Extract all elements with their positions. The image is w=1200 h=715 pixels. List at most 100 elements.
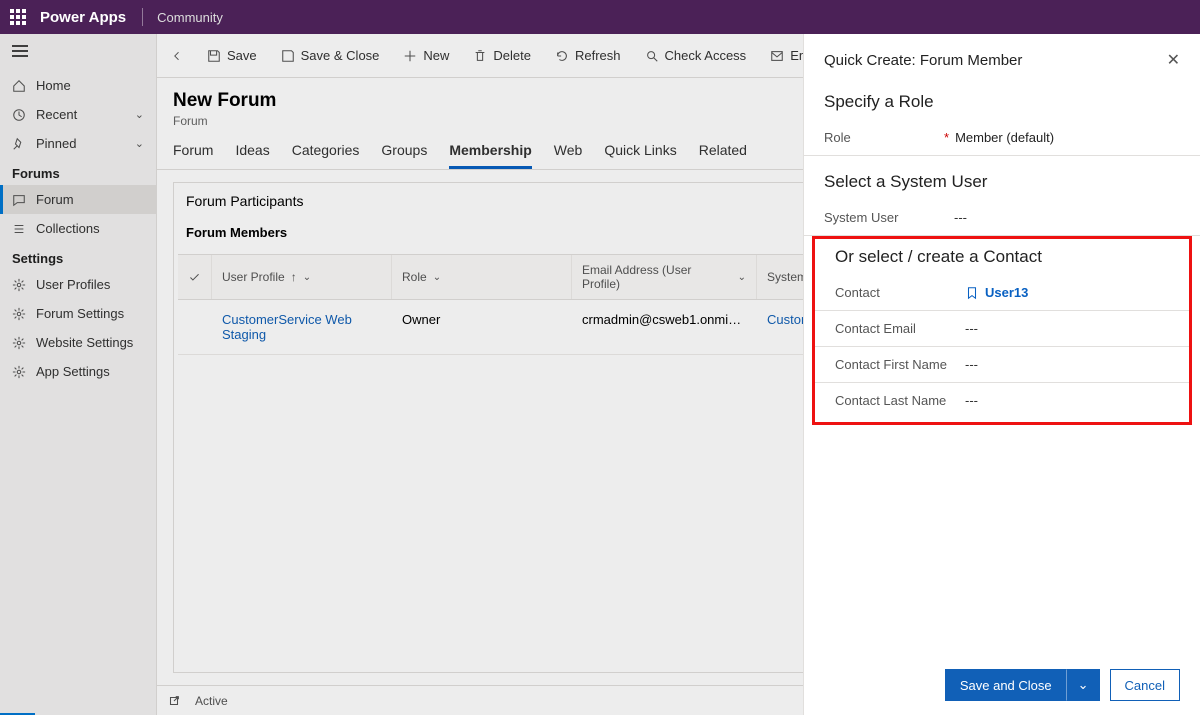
popout-icon[interactable]	[167, 694, 181, 708]
field-value[interactable]: ---	[954, 210, 1180, 225]
tab-web[interactable]: Web	[554, 142, 583, 169]
nav-collections[interactable]: Collections	[0, 214, 156, 243]
status-text: Active	[195, 694, 228, 708]
save-and-close-split-button[interactable]: Save and Close ⌄	[945, 669, 1100, 701]
required-indicator: *	[944, 130, 949, 145]
panel-title: Quick Create: Forum Member	[824, 52, 1022, 69]
cancel-button[interactable]: Cancel	[1110, 669, 1180, 701]
quick-create-panel: Quick Create: Forum Member ✕ Specify a R…	[803, 34, 1200, 715]
field-label: Contact First Name	[835, 357, 965, 372]
arrow-left-icon	[171, 49, 183, 63]
gear-icon	[12, 365, 26, 379]
tab-membership[interactable]: Membership	[449, 142, 531, 169]
nav-label: Forum Settings	[36, 306, 124, 321]
chevron-down-icon: ⌄	[135, 108, 144, 121]
field-value[interactable]: ---	[965, 321, 1169, 336]
home-icon	[12, 79, 26, 93]
group-role-title: Specify a Role	[804, 76, 1200, 120]
col-label: Email Address (User Profile)	[582, 263, 732, 291]
contact-name: User13	[985, 285, 1028, 300]
panel-footer: Save and Close ⌄ Cancel	[804, 655, 1200, 715]
nav-home[interactable]: Home	[0, 71, 156, 100]
col-label: Role	[402, 270, 427, 284]
select-all-checkbox[interactable]	[178, 255, 212, 299]
gear-icon	[12, 336, 26, 350]
cmd-save[interactable]: Save	[197, 42, 267, 69]
close-button[interactable]: ✕	[1167, 50, 1180, 70]
tab-forum[interactable]: Forum	[173, 142, 213, 169]
field-value[interactable]: Member (default)	[955, 130, 1180, 145]
nav-label: Recent	[36, 107, 77, 122]
bookmark-icon	[965, 286, 979, 300]
environment-name[interactable]: Community	[157, 10, 223, 25]
check-icon	[188, 271, 201, 284]
field-contact[interactable]: Contact User13	[815, 275, 1189, 311]
nav-forum-settings[interactable]: Forum Settings	[0, 299, 156, 328]
tab-related[interactable]: Related	[699, 142, 747, 169]
save-and-close-button[interactable]: Save and Close	[945, 669, 1067, 701]
field-value[interactable]: User13	[965, 285, 1169, 300]
cmd-delete[interactable]: Delete	[463, 42, 541, 69]
field-role[interactable]: Role * Member (default)	[804, 120, 1200, 156]
cmd-label: Refresh	[575, 48, 621, 63]
field-label: Contact Last Name	[835, 393, 965, 408]
group-sysuser-title: Select a System User	[804, 156, 1200, 200]
list-icon	[12, 222, 26, 236]
highlighted-contact-section: Or select / create a Contact Contact Use…	[812, 236, 1192, 425]
nav-forum[interactable]: Forum	[0, 185, 156, 214]
col-email[interactable]: Email Address (User Profile) ⌄	[572, 255, 757, 299]
row-checkbox[interactable]	[178, 308, 212, 346]
col-user-profile[interactable]: User Profile ↑ ⌄	[212, 255, 392, 299]
col-label: User Profile	[222, 270, 285, 284]
cmd-check-access[interactable]: Check Access	[635, 42, 757, 69]
tab-quick-links[interactable]: Quick Links	[604, 142, 676, 169]
chevron-down-icon: ⌄	[303, 272, 311, 283]
tab-ideas[interactable]: Ideas	[235, 142, 269, 169]
tab-groups[interactable]: Groups	[381, 142, 427, 169]
col-role[interactable]: Role ⌄	[392, 255, 572, 299]
cmd-label: New	[423, 48, 449, 63]
back-button[interactable]	[161, 43, 193, 69]
field-contact-last-name[interactable]: Contact Last Name ---	[815, 383, 1189, 418]
hamburger-button[interactable]	[0, 34, 156, 71]
nav-user-profiles[interactable]: User Profiles	[0, 270, 156, 299]
field-value[interactable]: ---	[965, 393, 1169, 408]
nav-website-settings[interactable]: Website Settings	[0, 328, 156, 357]
nav-label: Home	[36, 78, 71, 93]
row-user-profile[interactable]: CustomerService Web Staging	[212, 308, 392, 346]
plus-icon	[403, 49, 417, 63]
nav-label: Collections	[36, 221, 100, 236]
nav-recent[interactable]: Recent ⌄	[0, 100, 156, 129]
clock-icon	[12, 108, 26, 122]
cmd-label: Delete	[493, 48, 531, 63]
save-close-icon	[281, 49, 295, 63]
nav-pinned[interactable]: Pinned ⌄	[0, 129, 156, 158]
field-label: Contact Email	[835, 321, 965, 336]
app-launcher-icon[interactable]	[10, 9, 26, 25]
field-system-user[interactable]: System User ---	[804, 200, 1200, 236]
mail-icon	[770, 49, 784, 63]
field-contact-email[interactable]: Contact Email ---	[815, 311, 1189, 347]
cmd-refresh[interactable]: Refresh	[545, 42, 631, 69]
group-contact-title: Or select / create a Contact	[815, 239, 1189, 275]
brand-title: Power Apps	[40, 9, 126, 26]
nav-group-settings: Settings	[0, 243, 156, 270]
nav-label: Pinned	[36, 136, 76, 151]
sort-up-icon: ↑	[291, 270, 297, 284]
field-label: Contact	[835, 285, 965, 300]
cmd-label: Save	[227, 48, 257, 63]
cmd-save-close[interactable]: Save & Close	[271, 42, 390, 69]
field-contact-first-name[interactable]: Contact First Name ---	[815, 347, 1189, 383]
chevron-down-icon: ⌄	[135, 137, 144, 150]
tab-categories[interactable]: Categories	[292, 142, 360, 169]
nav-label: App Settings	[36, 364, 110, 379]
refresh-icon	[555, 49, 569, 63]
field-value[interactable]: ---	[965, 357, 1169, 372]
cmd-new[interactable]: New	[393, 42, 459, 69]
save-icon	[207, 49, 221, 63]
nav-app-settings[interactable]: App Settings	[0, 357, 156, 386]
gear-icon	[12, 278, 26, 292]
nav-group-forums: Forums	[0, 158, 156, 185]
chat-icon	[12, 193, 26, 207]
save-dropdown-button[interactable]: ⌄	[1067, 669, 1100, 701]
